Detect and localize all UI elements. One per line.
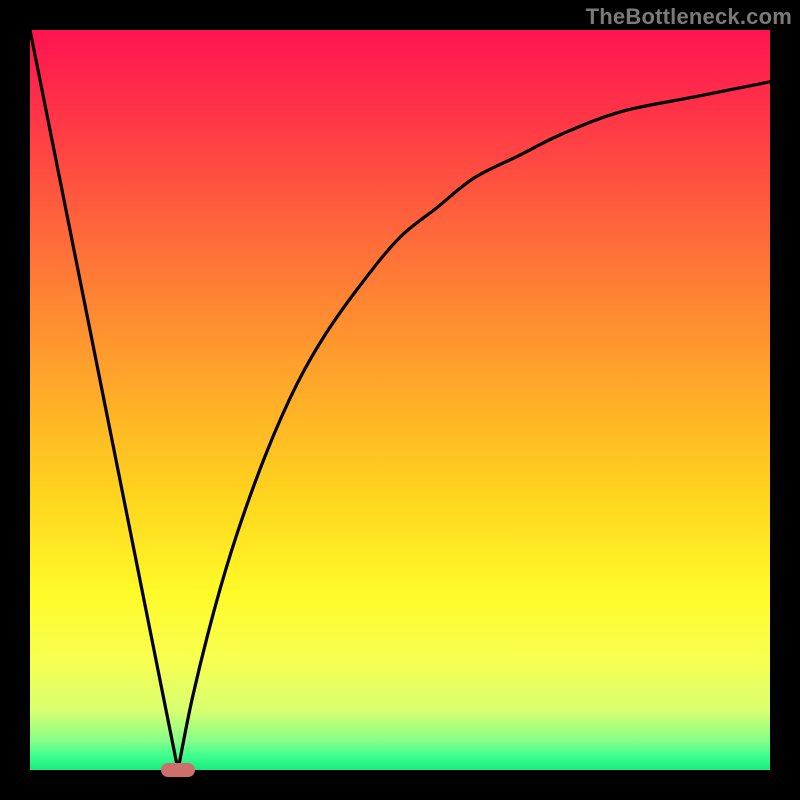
plot-area [30,30,770,770]
watermark-text: TheBottleneck.com [586,4,792,30]
curve-layer [30,30,770,770]
right-curve-line [178,82,770,770]
left-descent-line [30,30,178,770]
minimum-marker [161,763,195,777]
chart-frame: TheBottleneck.com [0,0,800,800]
